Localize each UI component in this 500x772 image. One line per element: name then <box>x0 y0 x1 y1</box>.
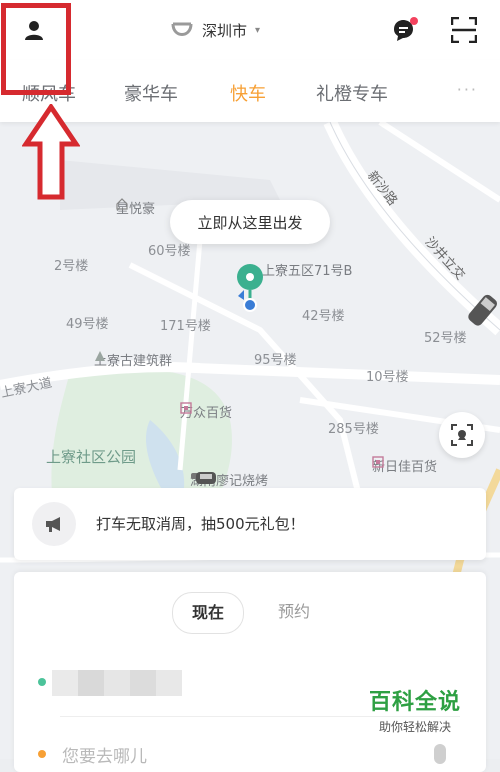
microphone-icon[interactable] <box>434 744 446 764</box>
mode-now-button[interactable]: 现在 <box>172 592 244 634</box>
start-here-bubble[interactable]: 立即从这里出发 <box>170 200 330 244</box>
more-icon[interactable]: ··· <box>457 80 478 99</box>
car-marker-icon <box>468 294 498 326</box>
message-icon <box>394 17 418 41</box>
poi-star: 星悦豪 <box>116 198 155 217</box>
landmark-icon <box>95 351 105 361</box>
tab-kuaiche[interactable]: 快车 <box>230 80 266 106</box>
destination-input[interactable]: 您要去哪儿 <box>62 742 147 767</box>
city-name: 深圳市 <box>202 21 248 40</box>
poi-wanzhong: 万众百货 <box>180 402 232 421</box>
building-label: 285号楼 <box>328 422 379 437</box>
scan-button[interactable] <box>450 16 478 44</box>
building-label: 2号楼 <box>54 259 89 274</box>
building-label: 42号楼 <box>302 309 345 324</box>
shop-icon <box>372 456 384 468</box>
annotation-up-arrow-icon <box>22 104 80 200</box>
didi-logo-icon <box>171 22 193 36</box>
poi-ancient: 上寮古建筑群 <box>94 350 172 369</box>
locate-icon <box>451 424 473 446</box>
message-button[interactable] <box>390 16 418 44</box>
building-label: 95号楼 <box>254 353 297 368</box>
building-label: 10号楼 <box>366 370 409 385</box>
tab-licheng-zhuanche[interactable]: 礼橙专车 <box>316 80 388 106</box>
building-label: 49号楼 <box>66 317 109 332</box>
pickup-dot-icon <box>38 678 46 686</box>
annotation-highlight-box <box>1 3 71 95</box>
scan-icon <box>451 17 477 43</box>
building-label: 52号楼 <box>424 331 467 346</box>
destination-dot-icon <box>38 750 46 758</box>
order-panel: 现在 预约 您要去哪儿 <box>14 572 486 772</box>
watermark-title: 百科全说 <box>368 690 461 715</box>
top-bar: 深圳市 ▾ <box>0 0 500 60</box>
poi-park: 上寮社区公园 <box>46 448 137 466</box>
city-selector[interactable]: 深圳市 ▾ <box>170 18 260 42</box>
watermark: 百科全说 助你轻松解决 <box>360 684 470 735</box>
watermark-subtitle: 助你轻松解决 <box>378 720 451 734</box>
shop-icon <box>180 402 192 414</box>
poi-wuqu: 上寮五区71号B <box>262 264 353 279</box>
pickup-pin-icon[interactable] <box>232 262 272 322</box>
home-icon <box>116 198 128 210</box>
chevron-down-icon: ▾ <box>255 24 261 36</box>
locate-button[interactable] <box>439 412 485 458</box>
mode-reserve-button[interactable]: 预约 <box>264 592 324 632</box>
megaphone-icon <box>32 502 76 546</box>
car-marker-icon <box>196 472 216 484</box>
pickup-location-redacted[interactable] <box>52 670 182 696</box>
building-label: 171号楼 <box>160 319 211 334</box>
promo-banner[interactable]: 打车无取消周，抽500元礼包！ <box>14 488 486 560</box>
tab-haohuache[interactable]: 豪华车 <box>124 80 178 106</box>
poi-xinri: 新日佳百货 <box>372 456 437 475</box>
promo-text: 打车无取消周，抽500元礼包！ <box>96 515 305 533</box>
